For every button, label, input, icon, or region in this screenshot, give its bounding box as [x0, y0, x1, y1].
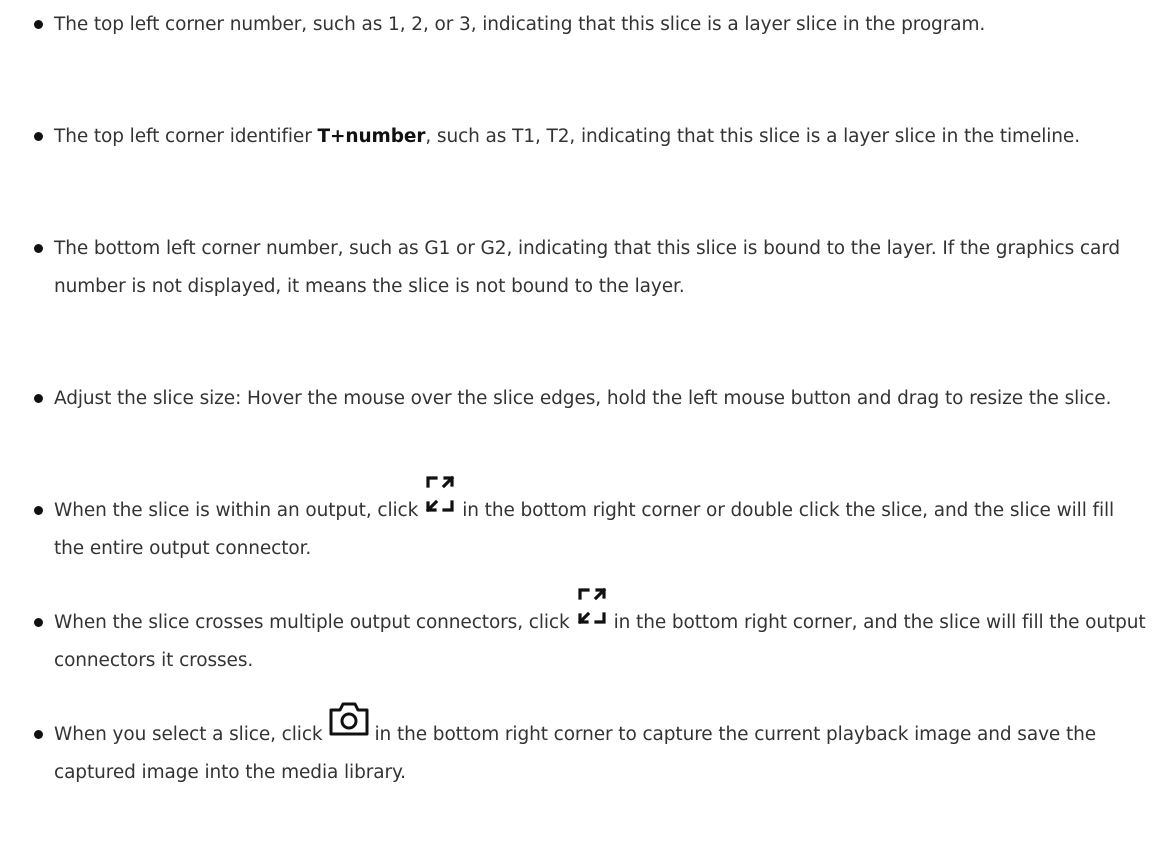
list-item-text: When the slice is within an output, clic…: [54, 475, 1114, 559]
list-item: The bottom left corner number, such as G…: [34, 230, 1146, 306]
list-item: When the slice crosses multiple output c…: [34, 587, 1146, 680]
bullet-dot: [34, 618, 43, 627]
list-item: The top left corner number, such as 1, 2…: [34, 6, 1146, 44]
list-item-text: When you select a slice, click in the bot…: [54, 702, 1096, 783]
list-item-text-before: When the slice is within an output, clic…: [54, 500, 419, 521]
list-item-text: Adjust the slice size: Hover the mouse o…: [54, 388, 1112, 409]
list-item-text: The top left corner identifier T+number,…: [54, 126, 1080, 147]
bullet-dot: [34, 394, 43, 403]
bullet-dot: [34, 244, 43, 253]
list-item: Adjust the slice size: Hover the mouse o…: [34, 380, 1146, 418]
list-item-text: The bottom left corner number, such as G…: [54, 238, 1121, 297]
expand-fill-icon: [574, 587, 610, 628]
list-item-text: The top left corner number, such as 1, 2…: [54, 14, 986, 35]
list-item-text-before: The top left corner identifier: [54, 126, 318, 147]
list-item-text-before: When you select a slice, click: [54, 724, 323, 745]
list-item: The top left corner identifier T+number,…: [34, 118, 1146, 156]
list-item-bold-term: T+number: [317, 126, 426, 147]
camera-icon: [327, 702, 371, 740]
expand-fill-icon: [422, 475, 458, 516]
bullet-dot: [34, 20, 43, 29]
list-item-text-after: , such as T1, T2, indicating that this s…: [425, 126, 1080, 147]
list-item: When the slice is within an output, clic…: [34, 475, 1146, 568]
list-item: When you select a slice, click in the bot…: [34, 702, 1146, 792]
list-item-text: When the slice crosses multiple output c…: [54, 587, 1146, 671]
bullet-dot: [34, 132, 43, 141]
bullet-dot: [34, 506, 43, 515]
list-item-text-before: When the slice crosses multiple output c…: [54, 612, 570, 633]
bullet-dot: [34, 730, 43, 739]
